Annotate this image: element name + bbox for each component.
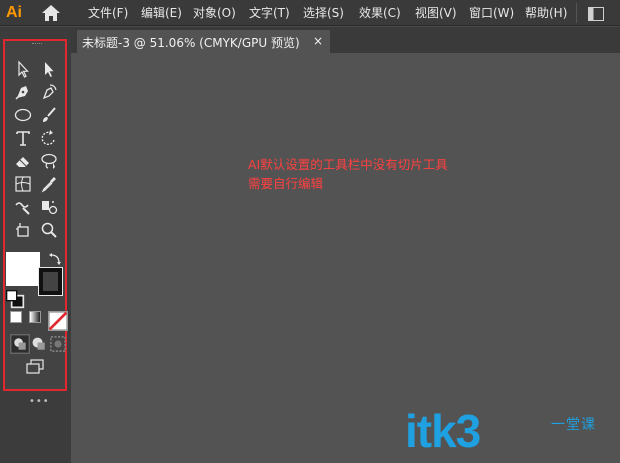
panel-grip[interactable] — [32, 43, 42, 45]
workspace-switcher-icon[interactable] — [588, 6, 604, 21]
lasso-tool-icon[interactable] — [39, 151, 59, 171]
artboard-tool-icon[interactable] — [13, 220, 33, 240]
draw-inside-icon[interactable] — [48, 334, 66, 352]
menu-window[interactable]: 窗口(W) — [469, 0, 514, 26]
menu-divider — [576, 3, 577, 23]
symbol-sprayer-tool-icon[interactable] — [39, 197, 59, 217]
warp-tool-icon[interactable] — [13, 197, 33, 217]
direct-selection-tool-icon[interactable] — [39, 59, 59, 79]
menu-edit[interactable]: 编辑(E) — [141, 0, 182, 26]
gradient-mode-icon[interactable] — [29, 311, 41, 323]
pen-tool-icon[interactable] — [13, 82, 33, 102]
selection-tool-icon[interactable] — [13, 59, 33, 79]
swap-colors-icon[interactable] — [45, 250, 65, 270]
home-icon[interactable] — [40, 3, 62, 23]
zoom-tool-icon[interactable] — [39, 220, 59, 240]
document-tab-label: 未标题-3 @ 51.06% (CMYK/GPU 预览) — [82, 36, 300, 50]
document-tab-bar: 未标题-3 @ 51.06% (CMYK/GPU 预览) × — [71, 27, 620, 53]
menu-effect[interactable]: 效果(C) — [359, 0, 404, 26]
menu-bar: Ai 文件(F) 编辑(E) 对象(O) 文字(T) 选择(S) 效果(C) 视… — [0, 0, 620, 26]
type-tool-icon[interactable] — [13, 128, 33, 148]
menu-file[interactable]: 文件(F) — [88, 0, 130, 26]
annotation-text: AI默认设置的工具栏中没有切片工具 需要自行编辑 — [248, 157, 448, 191]
watermark-logo: itk3 一堂课 — [405, 398, 610, 458]
eraser-tool-icon[interactable] — [13, 151, 33, 171]
watermark-latin: itk3 — [405, 405, 481, 457]
watermark-chinese: 一堂课 — [551, 417, 596, 433]
menu-view[interactable]: 视图(V) — [415, 0, 458, 26]
ellipse-tool-icon[interactable] — [13, 105, 33, 125]
draw-behind-icon[interactable] — [29, 334, 45, 350]
eyedropper-tool-icon[interactable] — [39, 174, 59, 194]
none-mode-icon[interactable] — [48, 311, 68, 331]
menu-object[interactable]: 对象(O) — [193, 0, 238, 26]
more-tools-icon[interactable]: ••• — [29, 396, 50, 407]
screen-mode-icon[interactable] — [25, 357, 45, 377]
main-menu: 文件(F) 编辑(E) 对象(O) 文字(T) 选择(S) 效果(C) 视图(V… — [88, 0, 581, 26]
stroke-swatch[interactable] — [38, 267, 63, 296]
rotate-tool-icon[interactable] — [39, 128, 59, 148]
draw-normal-icon[interactable] — [10, 334, 30, 354]
curvature-tool-icon[interactable] — [39, 82, 59, 102]
app-logo: Ai — [6, 4, 22, 21]
menu-help[interactable]: 帮助(H) — [525, 0, 570, 26]
menu-select[interactable]: 选择(S) — [303, 0, 348, 26]
tools-panel — [3, 39, 68, 391]
paintbrush-tool-icon[interactable] — [39, 105, 59, 125]
color-mode-icon[interactable] — [10, 311, 22, 323]
default-colors-icon[interactable] — [5, 289, 25, 309]
menu-type[interactable]: 文字(T) — [249, 0, 292, 26]
close-icon[interactable]: × — [313, 34, 323, 48]
mesh-tool-icon[interactable] — [13, 174, 33, 194]
document-tab[interactable]: 未标题-3 @ 51.06% (CMYK/GPU 预览) × — [77, 30, 330, 53]
fill-swatch[interactable] — [6, 252, 40, 286]
